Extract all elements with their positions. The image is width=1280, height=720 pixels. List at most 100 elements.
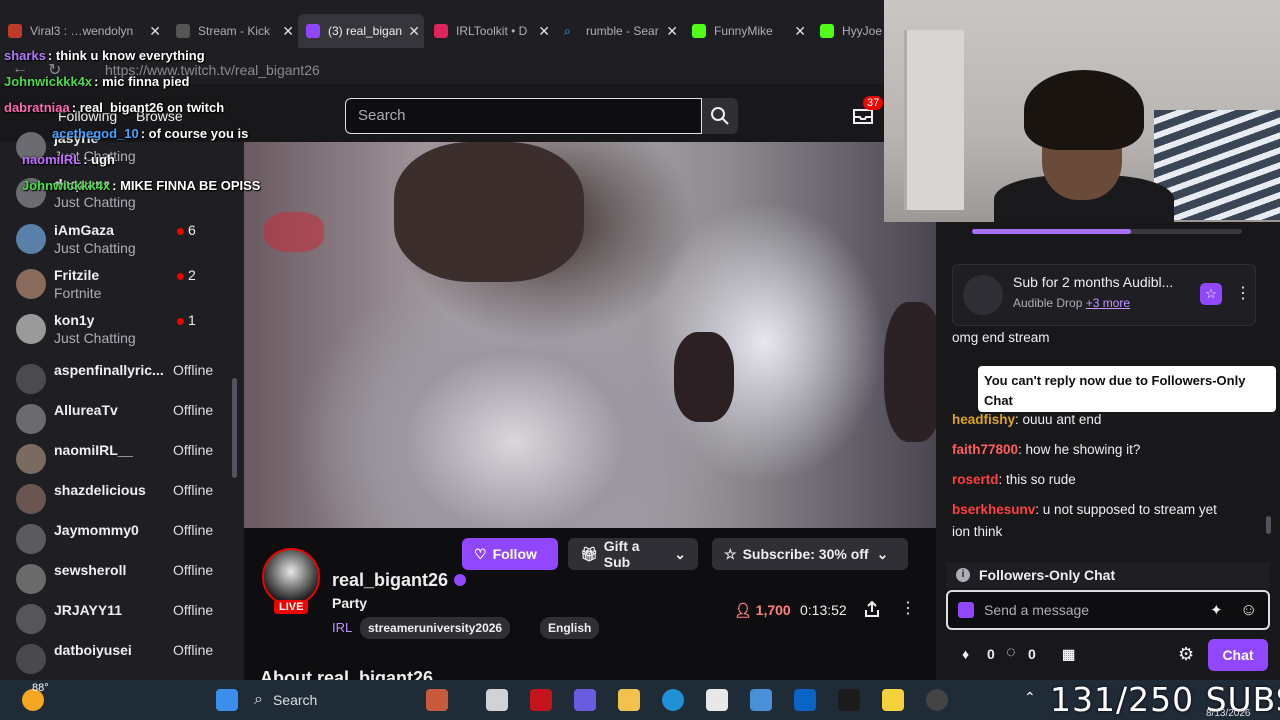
- gift-icon[interactable]: ▦: [1062, 646, 1075, 663]
- search-input[interactable]: Search: [345, 98, 702, 134]
- emote-icon[interactable]: ☺: [1240, 600, 1257, 620]
- overlay-chat-line: Johnwickkk4x: mic finna pied: [4, 74, 190, 89]
- chevron-up-icon[interactable]: ⌃: [1024, 689, 1046, 711]
- drop-more-link[interactable]: +3 more: [1086, 296, 1130, 310]
- chat-input[interactable]: Send a message ✦ ☺: [946, 590, 1270, 630]
- more-options-icon[interactable]: ⋮: [900, 598, 916, 618]
- sidebar-channel[interactable]: aspenfinallyric... Offline: [0, 358, 244, 402]
- app-icon[interactable]: [926, 689, 948, 711]
- overlay-message: : ugh: [83, 152, 115, 167]
- sidebar-channel[interactable]: shazdelicious Offline: [0, 478, 244, 522]
- verified-icon: [454, 574, 466, 586]
- taskbar-search-label: Search: [272, 692, 318, 708]
- chat-send-button[interactable]: Chat: [1208, 639, 1268, 671]
- folder-icon[interactable]: [618, 689, 640, 711]
- channel-avatar[interactable]: [262, 548, 320, 606]
- star-icon: ☆: [724, 545, 737, 562]
- close-icon[interactable]: ✕: [794, 23, 806, 40]
- overlay-message: : MIKE FINNA BE OPISS: [112, 178, 261, 193]
- gear-icon[interactable]: ⚙: [1178, 644, 1194, 665]
- webcam-background: [904, 30, 964, 210]
- chat-text: : this so rude: [998, 472, 1076, 487]
- call-of-duty-icon[interactable]: [838, 689, 860, 711]
- video-figure: [674, 332, 734, 422]
- tab-irltoolkit[interactable]: IRLToolkit • D ✕: [426, 14, 554, 48]
- tab-hyyjoe[interactable]: HyyJoe: [812, 14, 884, 48]
- drop-card[interactable]: Sub for 2 months Audibl... Audible Drop …: [952, 264, 1256, 326]
- chat-username[interactable]: headfishy: [952, 412, 1015, 427]
- mcafee-icon[interactable]: [530, 689, 552, 711]
- sidebar-channel[interactable]: naomiIRL__ Offline: [0, 438, 244, 482]
- sparkle-icon[interactable]: ✦: [1210, 601, 1223, 619]
- overlay-username: Johnwickkk4x: [4, 74, 93, 89]
- sidebar-channel[interactable]: AllureaTv Offline: [0, 398, 244, 442]
- sidebar-channel[interactable]: sewsheroll Offline: [0, 558, 244, 602]
- taskbar-search[interactable]: ⌕ Search: [254, 686, 414, 714]
- close-icon[interactable]: ✕: [666, 23, 678, 40]
- tab-rumble[interactable]: ⌕ rumble - Sear ✕: [556, 14, 682, 48]
- gift-sub-button[interactable]: 🎁︎ Gift a Sub ⌄: [568, 538, 698, 570]
- heart-icon: ♡: [474, 545, 487, 562]
- sidebar-scrollbar[interactable]: [232, 378, 237, 478]
- gift-icon: 🎁︎: [580, 545, 598, 562]
- subscribe-button[interactable]: ☆ Subscribe: 30% off ⌄: [712, 538, 908, 570]
- share-icon[interactable]: [864, 600, 880, 618]
- edge-icon[interactable]: [662, 689, 684, 711]
- tab-label: Viral3 : …wendolyn: [30, 24, 134, 38]
- follow-button[interactable]: ♡ Follow: [462, 538, 558, 570]
- stream-tag[interactable]: English: [540, 617, 600, 639]
- store-icon[interactable]: [706, 689, 728, 711]
- more-options-icon[interactable]: ⋮: [1235, 283, 1251, 303]
- windows-start-icon[interactable]: [216, 689, 238, 711]
- search-icon: ⌕: [564, 24, 571, 38]
- channel-status: Offline: [173, 602, 214, 618]
- sidebar-channel[interactable]: datboiyusei Offline: [0, 638, 244, 682]
- tab-kick[interactable]: Stream - Kick ✕: [168, 14, 298, 48]
- overlay-message: : real_bigant26 on twitch: [71, 100, 225, 115]
- channel-name[interactable]: real_bigant26: [332, 570, 448, 591]
- close-icon[interactable]: ✕: [408, 23, 420, 40]
- task-view-icon[interactable]: [486, 689, 508, 711]
- badge-icon[interactable]: [958, 602, 974, 618]
- sidebar-channel[interactable]: iAmGaza Just Chatting 6: [0, 218, 244, 262]
- sidebar-channel[interactable]: JRJAYY11 Offline: [0, 598, 244, 642]
- drop-source-label: Audible Drop: [1013, 296, 1083, 310]
- stream-tag[interactable]: streameruniversity2026: [360, 617, 511, 639]
- channel-points-icon[interactable]: ◌: [1006, 644, 1016, 662]
- channel-name: sewsheroll: [54, 562, 127, 578]
- points-count: 0: [1028, 646, 1036, 662]
- copilot-icon[interactable]: [574, 689, 596, 711]
- app-icon[interactable]: [426, 689, 448, 711]
- screen: Viral3 : …wendolyn ✕ Stream - Kick ✕ (3)…: [0, 0, 1280, 720]
- chat-scrollbar[interactable]: [1266, 516, 1271, 534]
- close-icon[interactable]: ✕: [149, 23, 161, 40]
- avatar: [16, 224, 46, 254]
- chat-username[interactable]: rosertd: [952, 472, 999, 487]
- channel-info-panel: LIVE real_bigant26 Party IRL streameruni…: [244, 528, 936, 688]
- close-icon[interactable]: ✕: [538, 23, 550, 40]
- outlook-icon[interactable]: [794, 689, 816, 711]
- live-dot-icon: [177, 273, 184, 280]
- tab-funnymike[interactable]: FunnyMike ✕: [684, 14, 810, 48]
- app-icon[interactable]: [750, 689, 772, 711]
- tab-twitch[interactable]: (3) real_bigan ✕: [298, 14, 424, 48]
- channel-name: Fritzile: [54, 267, 100, 283]
- stream-uptime: 0:13:52: [800, 602, 847, 618]
- tab-label: Stream - Kick: [198, 24, 271, 38]
- tab-viral3[interactable]: Viral3 : …wendolyn ✕: [0, 14, 165, 48]
- search-button[interactable]: [702, 98, 738, 134]
- notes-icon[interactable]: [882, 689, 904, 711]
- sidebar-channel[interactable]: Fritzile Fortnite 2: [0, 263, 244, 307]
- followed-channels-sidebar: jasyrio Just Chatting daquanr Just Chatt…: [0, 130, 244, 682]
- chat-username[interactable]: bserkhesunv: [952, 502, 1035, 517]
- followers-only-label: Followers-Only Chat: [979, 567, 1116, 583]
- stream-category[interactable]: IRL: [332, 620, 352, 635]
- close-icon[interactable]: ✕: [282, 23, 294, 40]
- sidebar-channel[interactable]: kon1y Just Chatting 1: [0, 308, 244, 352]
- drop-icon[interactable]: ♦: [962, 646, 969, 662]
- video-player[interactable]: [244, 142, 936, 528]
- star-icon[interactable]: ☆: [1200, 283, 1222, 305]
- sidebar-channel[interactable]: Jaymommy0 Offline: [0, 518, 244, 562]
- chat-username[interactable]: faith77800: [952, 442, 1018, 457]
- chat-message: omg end stream: [952, 330, 1050, 345]
